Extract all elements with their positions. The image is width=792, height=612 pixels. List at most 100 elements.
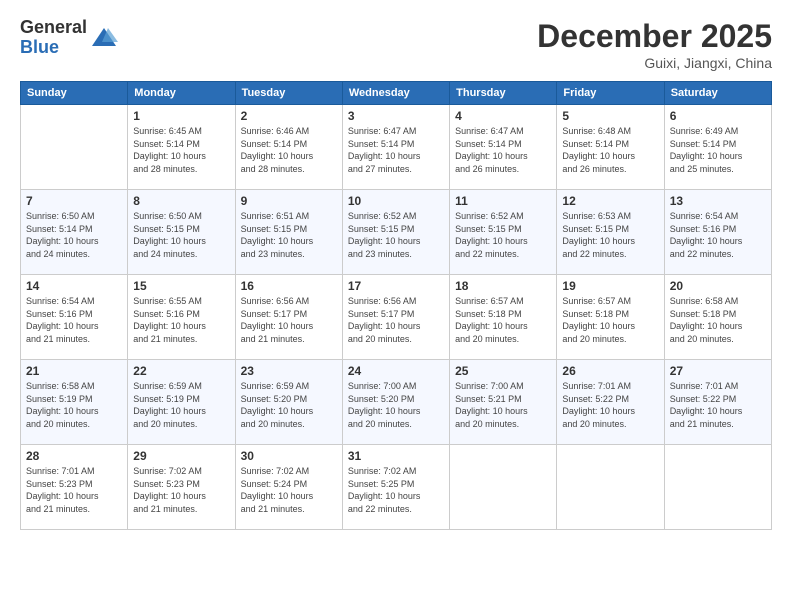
table-row: 12 Sunrise: 6:53 AMSunset: 5:15 PMDayligh… <box>557 190 664 275</box>
table-row: 16Sunrise: 6:56 AMSunset: 5:17 PMDayligh… <box>235 275 342 360</box>
col-friday: Friday <box>557 82 664 105</box>
calendar-table: Sunday Monday Tuesday Wednesday Thursday… <box>20 81 772 530</box>
day-number: 19 <box>562 279 658 293</box>
day-number: 14 <box>26 279 122 293</box>
day-info: Sunrise: 7:00 AMSunset: 5:21 PMDaylight:… <box>455 380 551 430</box>
day-number: 18 <box>455 279 551 293</box>
table-row: 2Sunrise: 6:46 AMSunset: 5:14 PMDaylight… <box>235 105 342 190</box>
day-info: Sunrise: 7:01 AMSunset: 5:22 PMDaylight:… <box>670 380 766 430</box>
day-info: Sunrise: 6:50 AMSunset: 5:14 PMDaylight:… <box>26 210 122 260</box>
table-row: 29 Sunrise: 7:02 AMSunset: 5:23 PMDayligh… <box>128 445 235 530</box>
day-number: 23 <box>241 364 337 378</box>
day-info: Sunrise: 6:49 AMSunset: 5:14 PMDaylight:… <box>670 125 766 175</box>
day-info: Sunrise: 6:57 AMSunset: 5:18 PMDaylight:… <box>562 295 658 345</box>
day-info: Sunrise: 6:52 AMSunset: 5:15 PMDaylight:… <box>348 210 444 260</box>
day-info: Sunrise: 6:58 AMSunset: 5:19 PMDaylight:… <box>26 380 122 430</box>
location: Guixi, Jiangxi, China <box>537 55 772 71</box>
day-number: 25 <box>455 364 551 378</box>
day-number: 31 <box>348 449 444 463</box>
day-number: 15 <box>133 279 229 293</box>
day-number: 5 <box>562 109 658 123</box>
calendar-week-2: 7 Sunrise: 6:50 AMSunset: 5:14 PMDaylight… <box>21 190 772 275</box>
table-row <box>450 445 557 530</box>
col-saturday: Saturday <box>664 82 771 105</box>
col-sunday: Sunday <box>21 82 128 105</box>
table-row <box>664 445 771 530</box>
table-row: 21 Sunrise: 6:58 AMSunset: 5:19 PMDayligh… <box>21 360 128 445</box>
day-number: 13 <box>670 194 766 208</box>
day-number: 8 <box>133 194 229 208</box>
day-number: 30 <box>241 449 337 463</box>
day-number: 11 <box>455 194 551 208</box>
table-row: 15 Sunrise: 6:55 AMSunset: 5:16 PMDayligh… <box>128 275 235 360</box>
table-row: 20 Sunrise: 6:58 AMSunset: 5:18 PMDayligh… <box>664 275 771 360</box>
logo: General Blue <box>20 18 118 58</box>
day-info: Sunrise: 6:54 AMSunset: 5:16 PMDaylight:… <box>670 210 766 260</box>
day-number: 12 <box>562 194 658 208</box>
day-info: Sunrise: 6:54 AMSunset: 5:16 PMDaylight:… <box>26 295 122 345</box>
table-row: 3 Sunrise: 6:47 AMSunset: 5:14 PMDaylight… <box>342 105 449 190</box>
logo-text: General Blue <box>20 18 87 58</box>
col-monday: Monday <box>128 82 235 105</box>
table-row: 1 Sunrise: 6:45 AMSunset: 5:14 PMDaylight… <box>128 105 235 190</box>
table-row: 8 Sunrise: 6:50 AMSunset: 5:15 PMDaylight… <box>128 190 235 275</box>
table-row: 13 Sunrise: 6:54 AMSunset: 5:16 PMDayligh… <box>664 190 771 275</box>
table-row: 27Sunrise: 7:01 AMSunset: 5:22 PMDayligh… <box>664 360 771 445</box>
table-row: 19 Sunrise: 6:57 AMSunset: 5:18 PMDayligh… <box>557 275 664 360</box>
day-number: 26 <box>562 364 658 378</box>
day-info: Sunrise: 6:45 AMSunset: 5:14 PMDaylight:… <box>133 125 229 175</box>
day-number: 6 <box>670 109 766 123</box>
table-row: 11 Sunrise: 6:52 AMSunset: 5:15 PMDayligh… <box>450 190 557 275</box>
day-info: Sunrise: 6:48 AMSunset: 5:14 PMDaylight:… <box>562 125 658 175</box>
table-row: 14 Sunrise: 6:54 AMSunset: 5:16 PMDayligh… <box>21 275 128 360</box>
day-number: 21 <box>26 364 122 378</box>
col-thursday: Thursday <box>450 82 557 105</box>
day-number: 17 <box>348 279 444 293</box>
day-info: Sunrise: 7:02 AMSunset: 5:24 PMDaylight:… <box>241 465 337 515</box>
day-number: 10 <box>348 194 444 208</box>
table-row: 31 Sunrise: 7:02 AMSunset: 5:25 PMDayligh… <box>342 445 449 530</box>
day-info: Sunrise: 6:53 AMSunset: 5:15 PMDaylight:… <box>562 210 658 260</box>
day-number: 20 <box>670 279 766 293</box>
header: General Blue December 2025 Guixi, Jiangx… <box>20 18 772 71</box>
table-row: 4 Sunrise: 6:47 AMSunset: 5:14 PMDaylight… <box>450 105 557 190</box>
day-number: 1 <box>133 109 229 123</box>
day-number: 2 <box>241 109 337 123</box>
logo-icon <box>90 24 118 52</box>
day-info: Sunrise: 6:55 AMSunset: 5:16 PMDaylight:… <box>133 295 229 345</box>
day-info: Sunrise: 6:59 AMSunset: 5:19 PMDaylight:… <box>133 380 229 430</box>
day-number: 22 <box>133 364 229 378</box>
day-info: Sunrise: 6:56 AMSunset: 5:17 PMDaylight:… <box>241 295 337 345</box>
table-row <box>21 105 128 190</box>
col-tuesday: Tuesday <box>235 82 342 105</box>
day-number: 7 <box>26 194 122 208</box>
day-info: Sunrise: 6:47 AMSunset: 5:14 PMDaylight:… <box>348 125 444 175</box>
day-info: Sunrise: 7:02 AMSunset: 5:25 PMDaylight:… <box>348 465 444 515</box>
table-row: 18 Sunrise: 6:57 AMSunset: 5:18 PMDayligh… <box>450 275 557 360</box>
day-number: 9 <box>241 194 337 208</box>
day-info: Sunrise: 6:47 AMSunset: 5:14 PMDaylight:… <box>455 125 551 175</box>
title-area: December 2025 Guixi, Jiangxi, China <box>537 18 772 71</box>
table-row: 17 Sunrise: 6:56 AMSunset: 5:17 PMDayligh… <box>342 275 449 360</box>
day-info: Sunrise: 7:01 AMSunset: 5:23 PMDaylight:… <box>26 465 122 515</box>
day-info: Sunrise: 6:50 AMSunset: 5:15 PMDaylight:… <box>133 210 229 260</box>
table-row: 30 Sunrise: 7:02 AMSunset: 5:24 PMDayligh… <box>235 445 342 530</box>
table-row: 23 Sunrise: 6:59 AMSunset: 5:20 PMDayligh… <box>235 360 342 445</box>
day-info: Sunrise: 6:56 AMSunset: 5:17 PMDaylight:… <box>348 295 444 345</box>
day-info: Sunrise: 6:59 AMSunset: 5:20 PMDaylight:… <box>241 380 337 430</box>
day-number: 4 <box>455 109 551 123</box>
table-row: 24Sunrise: 7:00 AMSunset: 5:20 PMDayligh… <box>342 360 449 445</box>
table-row: 7 Sunrise: 6:50 AMSunset: 5:14 PMDaylight… <box>21 190 128 275</box>
day-info: Sunrise: 6:57 AMSunset: 5:18 PMDaylight:… <box>455 295 551 345</box>
day-info: Sunrise: 7:00 AMSunset: 5:20 PMDaylight:… <box>348 380 444 430</box>
day-info: Sunrise: 6:52 AMSunset: 5:15 PMDaylight:… <box>455 210 551 260</box>
day-info: Sunrise: 7:02 AMSunset: 5:23 PMDaylight:… <box>133 465 229 515</box>
month-title: December 2025 <box>537 18 772 55</box>
table-row: 28 Sunrise: 7:01 AMSunset: 5:23 PMDayligh… <box>21 445 128 530</box>
day-number: 29 <box>133 449 229 463</box>
day-number: 28 <box>26 449 122 463</box>
day-info: Sunrise: 7:01 AMSunset: 5:22 PMDaylight:… <box>562 380 658 430</box>
table-row: 22 Sunrise: 6:59 AMSunset: 5:19 PMDayligh… <box>128 360 235 445</box>
day-info: Sunrise: 6:58 AMSunset: 5:18 PMDaylight:… <box>670 295 766 345</box>
day-number: 3 <box>348 109 444 123</box>
